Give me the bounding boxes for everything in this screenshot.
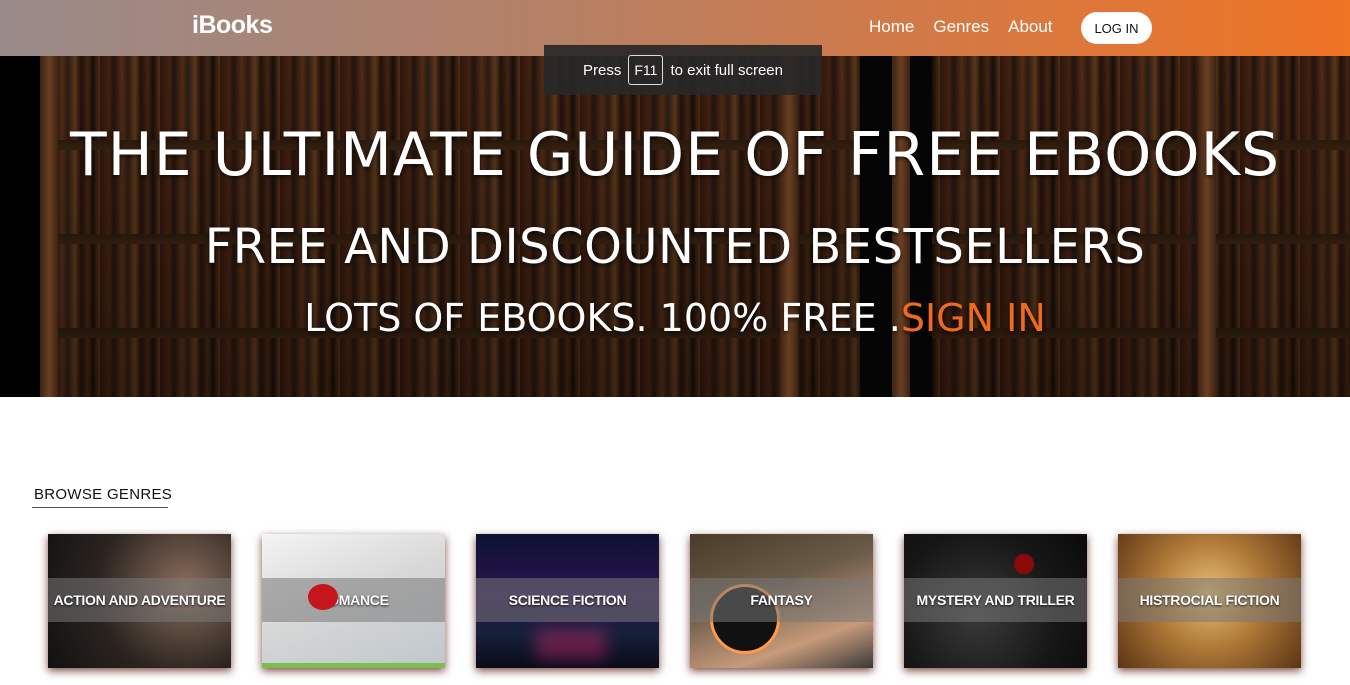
nav-link-about[interactable]: About <box>1008 17 1052 37</box>
browse-genres-title: BROWSE GENRES <box>34 486 173 503</box>
nav-links: Home Genres About <box>869 17 1053 37</box>
genre-card-fantasy[interactable]: FANTASY <box>690 534 873 668</box>
genre-card-action-adventure[interactable]: ACTION AND ADVENTURE <box>48 534 231 668</box>
blood-splash <box>1014 554 1034 574</box>
toast-prefix: Press <box>583 61 622 79</box>
browse-genres-underline <box>32 507 168 508</box>
rose-image <box>308 584 338 610</box>
genre-label-band: SCIENCE FICTION <box>476 578 659 622</box>
genre-card-science-fiction[interactable]: SCIENCE FICTION <box>476 534 659 668</box>
genre-label-band: ACTION AND ADVENTURE <box>48 578 231 622</box>
hero-tagline-text: LOTS OF EBOOKS. 100% FREE . <box>304 296 901 340</box>
genre-label-band: ROMANCE <box>262 578 445 622</box>
f11-key-badge: F11 <box>628 55 664 85</box>
genre-label: FANTASY <box>750 592 813 608</box>
image-footer-strip <box>262 663 445 668</box>
genre-card-mystery-triller[interactable]: MYSTERY AND TRILLER <box>904 534 1087 668</box>
genre-label-band: HISTROCIAL FICTION <box>1118 578 1301 622</box>
hero-tagline: LOTS OF EBOOKS. 100% FREE .SIGN IN <box>0 296 1350 340</box>
genre-label: ACTION AND ADVENTURE <box>53 592 226 608</box>
genre-label: SCIENCE FICTION <box>508 592 627 608</box>
genre-card-romance[interactable]: ROMANCE <box>262 534 445 668</box>
logo[interactable]: iBooks <box>192 11 273 40</box>
genre-label: MYSTERY AND TRILLER <box>916 592 1075 608</box>
sign-in-link[interactable]: SIGN IN <box>901 296 1046 340</box>
nav-link-home[interactable]: Home <box>869 17 914 37</box>
login-button[interactable]: LOG IN <box>1081 12 1152 44</box>
genre-card-historical-fiction[interactable]: HISTROCIAL FICTION <box>1118 534 1301 668</box>
hero-banner: THE ULTIMATE GUIDE OF FREE EBOOKS FREE A… <box>0 56 1350 397</box>
nav-link-genres[interactable]: Genres <box>933 17 989 37</box>
fullscreen-exit-toast: Press F11 to exit full screen <box>544 45 822 95</box>
neon-glow <box>536 629 606 659</box>
toast-suffix: to exit full screen <box>670 61 783 79</box>
genre-label: HISTROCIAL FICTION <box>1139 592 1280 608</box>
genre-label-band: FANTASY <box>690 578 873 622</box>
genre-label-band: MYSTERY AND TRILLER <box>904 578 1087 622</box>
hero-subheadline: FREE AND DISCOUNTED BESTSELLERS <box>204 219 1146 275</box>
hero-headline: THE ULTIMATE GUIDE OF FREE EBOOKS <box>69 120 1281 190</box>
